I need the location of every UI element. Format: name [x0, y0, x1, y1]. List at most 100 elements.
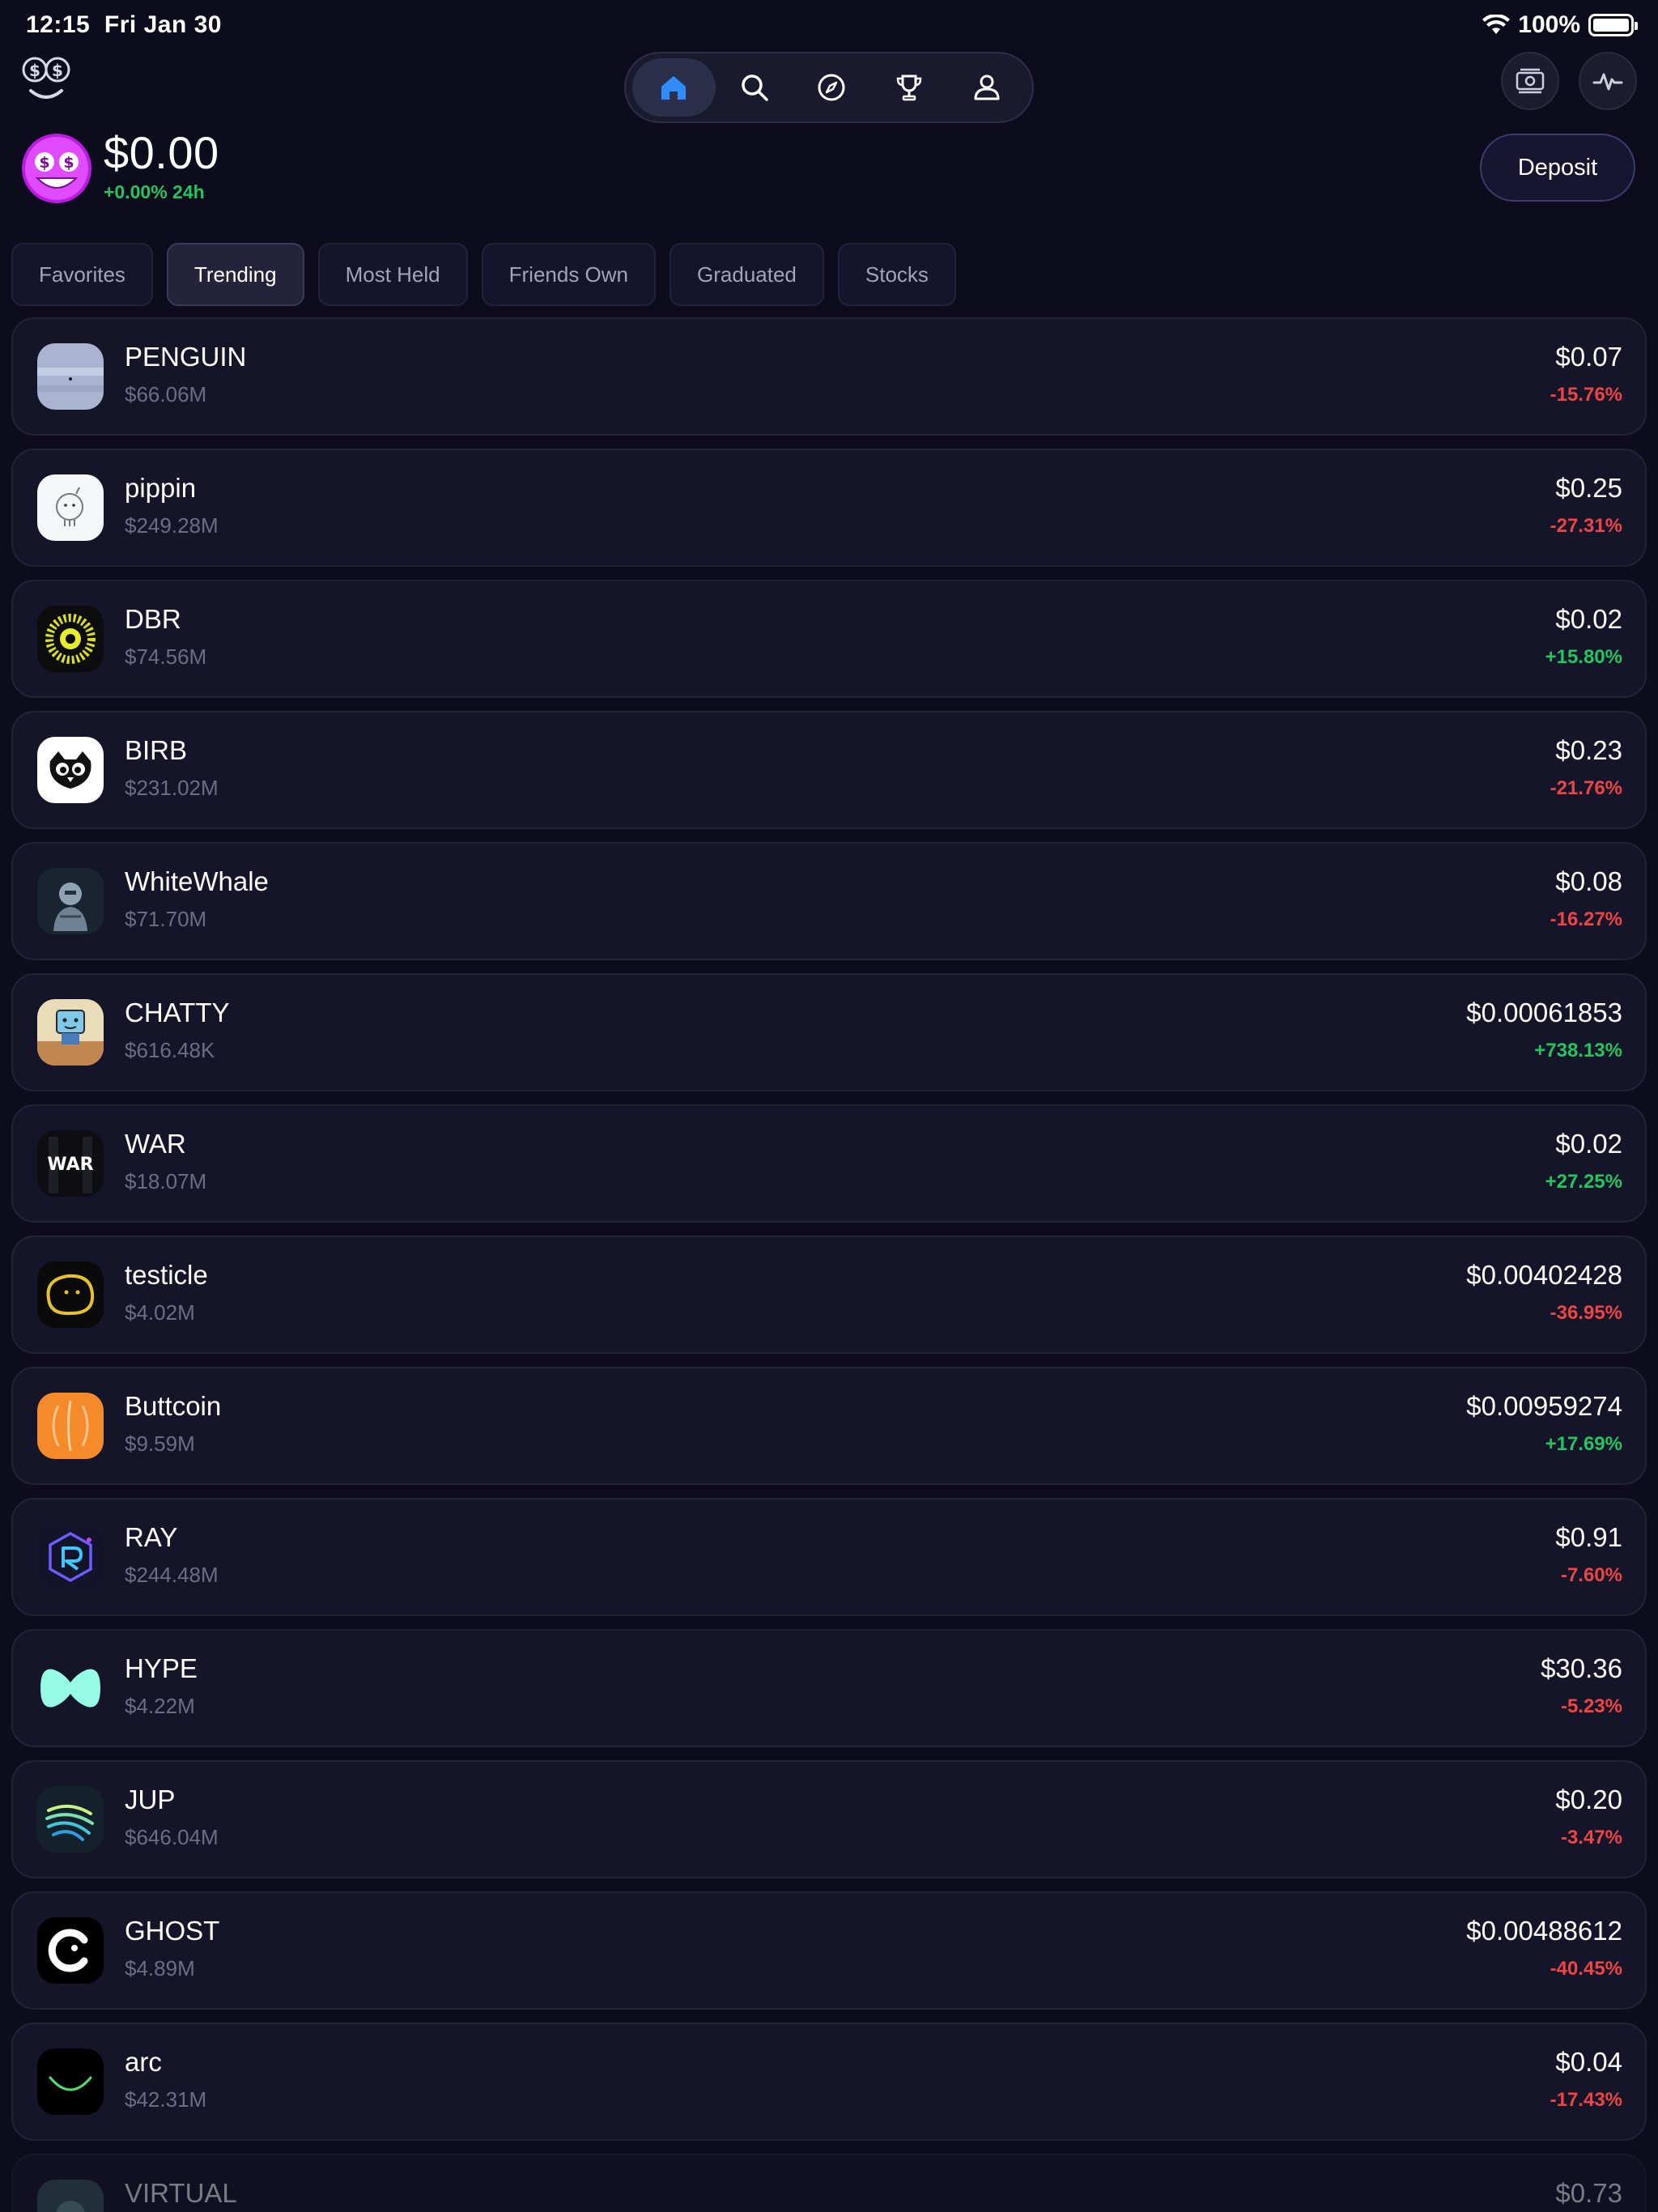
token-price: $0.91 [1555, 1522, 1622, 1552]
chatty-icon [37, 999, 104, 1066]
hype-icon [37, 1655, 104, 1721]
token-name: DBR [125, 604, 181, 634]
tab-graduated[interactable]: Graduated [670, 243, 824, 306]
token-change: -27.31% [1550, 515, 1622, 537]
nav-leaderboard-button[interactable] [870, 58, 948, 117]
token-change: -17.43% [1550, 2089, 1622, 2111]
avatar[interactable]: $ $ [21, 133, 92, 204]
token-name: GHOST [125, 1916, 220, 1946]
token-list: PENGUIN $66.06M $0.07 -15.76% pippin $24… [11, 317, 1647, 2212]
token-change: -21.76% [1550, 777, 1622, 799]
war-icon: WAR [37, 1130, 104, 1197]
token-price: $0.02 [1555, 604, 1622, 634]
testicle-icon [37, 1261, 104, 1328]
token-row[interactable]: GHOST $4.89M $0.00488612 -40.45% [11, 1891, 1647, 2010]
token-name: BIRB [125, 735, 188, 765]
token-row[interactable]: HYPE $4.22M $30.36 -5.23% [11, 1629, 1647, 1747]
token-market-cap: $249.28M [125, 513, 219, 538]
token-row[interactable]: VIRTUAL $0.73 [11, 2154, 1647, 2212]
balance-change: +0.00% 24h [104, 181, 205, 202]
status-date: Fri Jan 30 [104, 11, 222, 38]
token-row[interactable]: PENGUIN $66.06M $0.07 -15.76% [11, 317, 1647, 436]
svg-text:$: $ [52, 61, 63, 80]
token-market-cap: $616.48K [125, 1038, 215, 1062]
token-name: arc [125, 2047, 162, 2077]
tab-favorites[interactable]: Favorites [11, 243, 153, 306]
svg-text:$: $ [39, 154, 49, 172]
balance-amount: $0.00 [104, 127, 219, 178]
token-row[interactable]: pippin $249.28M $0.25 -27.31% [11, 449, 1647, 567]
svg-text:$: $ [29, 61, 40, 80]
token-price: $0.04 [1555, 2047, 1622, 2077]
token-name: VIRTUAL [125, 2178, 237, 2208]
tab-friends-own[interactable]: Friends Own [481, 243, 657, 306]
svg-text:$: $ [63, 154, 74, 172]
token-row[interactable]: Buttcoin $9.59M $0.00959274 +17.69% [11, 1367, 1647, 1485]
status-bar: 12:15 Fri Jan 30 100% [0, 0, 1658, 52]
nav-explore-button[interactable] [793, 58, 871, 117]
token-change: +738.13% [1534, 1040, 1622, 1061]
buttcoin-icon [37, 1393, 104, 1459]
activity-button[interactable] [1579, 52, 1637, 110]
token-row[interactable]: WAR WAR $18.07M $0.02 +27.25% [11, 1104, 1647, 1223]
wifi-icon [1482, 15, 1511, 34]
token-name: testicle [125, 1260, 208, 1290]
token-price: $0.20 [1555, 1784, 1622, 1814]
token-name: HYPE [125, 1653, 198, 1683]
token-market-cap: $4.22M [125, 1694, 195, 1718]
status-clock: 12:15 [26, 11, 91, 38]
activity-icon [1592, 73, 1623, 91]
token-market-cap: $74.56M [125, 644, 207, 669]
token-change: +17.69% [1545, 1433, 1622, 1455]
tab-most-held[interactable]: Most Held [317, 243, 468, 306]
token-name: RAY [125, 1522, 178, 1552]
tab-stocks[interactable]: Stocks [837, 243, 956, 306]
token-market-cap: $646.04M [125, 1825, 219, 1849]
birb-icon [37, 737, 104, 803]
profile-icon [974, 74, 1000, 100]
token-row[interactable]: DBR $74.56M $0.02 +15.80% [11, 580, 1647, 698]
token-price: $30.36 [1541, 1653, 1622, 1683]
cash-button[interactable] [1501, 52, 1559, 110]
token-price: $0.08 [1555, 866, 1622, 896]
nav-search-button[interactable] [716, 58, 793, 117]
token-row[interactable]: testicle $4.02M $0.00402428 -36.95% [11, 1236, 1647, 1354]
main-nav [624, 52, 1034, 123]
token-row[interactable]: RAY $244.48M $0.91 -7.60% [11, 1498, 1647, 1616]
ghost-icon [37, 1917, 104, 1984]
token-row[interactable]: arc $42.31M $0.04 -17.43% [11, 2023, 1647, 2141]
token-change: -15.76% [1550, 384, 1622, 406]
battery-percent: 100% [1518, 11, 1580, 38]
token-row[interactable]: JUP $646.04M $0.20 -3.47% [11, 1760, 1647, 1878]
token-name: JUP [125, 1784, 176, 1814]
token-change: -3.47% [1560, 1827, 1622, 1848]
token-market-cap: $4.02M [125, 1300, 195, 1325]
token-name: PENGUIN [125, 342, 247, 372]
token-name: WhiteWhale [125, 866, 269, 896]
status-time: 12:15 Fri Jan 30 [26, 11, 222, 39]
token-market-cap: $244.48M [125, 1563, 219, 1587]
app-logo-icon[interactable]: $ $ [21, 50, 71, 105]
jupiter-icon [37, 1786, 104, 1853]
penguin-icon [37, 343, 104, 410]
whitewhale-icon [37, 868, 104, 934]
token-name: pippin [125, 473, 197, 503]
token-price: $0.00488612 [1466, 1916, 1622, 1946]
token-change: -5.23% [1560, 1695, 1622, 1717]
cash-icon [1516, 68, 1545, 94]
token-row[interactable]: WhiteWhale $71.70M $0.08 -16.27% [11, 842, 1647, 960]
tab-trending[interactable]: Trending [166, 243, 304, 306]
token-price: $0.07 [1555, 342, 1622, 372]
token-market-cap: $9.59M [125, 1431, 195, 1456]
token-name: WAR [125, 1129, 186, 1159]
token-price: $0.00402428 [1466, 1260, 1622, 1290]
token-change: -36.95% [1550, 1302, 1622, 1324]
token-price: $0.23 [1555, 735, 1622, 765]
token-market-cap: $66.06M [125, 382, 207, 406]
nav-home-button[interactable] [632, 58, 716, 117]
token-row[interactable]: BIRB $231.02M $0.23 -21.76% [11, 711, 1647, 829]
token-row[interactable]: CHATTY $616.48K $0.00061853 +738.13% [11, 973, 1647, 1091]
nav-profile-button[interactable] [948, 58, 1026, 117]
search-icon [741, 74, 768, 101]
deposit-button[interactable]: Deposit [1480, 134, 1635, 202]
